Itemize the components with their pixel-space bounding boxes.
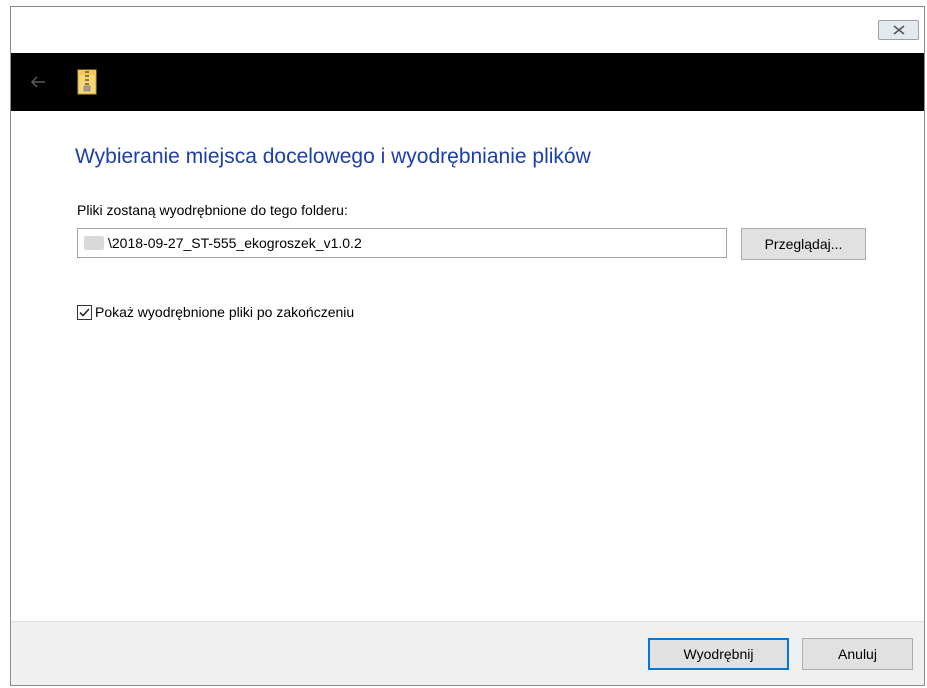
extract-dialog-window: Wybieranie miejsca docelowego i wyodrębn…: [10, 6, 925, 686]
destination-path-input[interactable]: [77, 228, 727, 258]
redacted-path-prefix: [84, 236, 104, 250]
close-icon: [893, 25, 904, 35]
zip-folder-icon: [77, 69, 97, 95]
navigation-bar: [11, 53, 924, 111]
back-arrow-icon: [30, 76, 45, 88]
back-button[interactable]: [27, 71, 49, 93]
dialog-footer: Wyodrębnij Anuluj: [11, 621, 924, 685]
page-title: Wybieranie miejsca docelowego i wyodrębn…: [75, 145, 591, 168]
cancel-button[interactable]: Anuluj: [802, 638, 913, 670]
close-button[interactable]: [878, 20, 919, 40]
checkmark-icon: [79, 307, 90, 317]
browse-button[interactable]: Przeglądaj...: [741, 228, 866, 260]
dialog-content: Wybieranie miejsca docelowego i wyodrębn…: [11, 111, 924, 621]
extract-button[interactable]: Wyodrębnij: [648, 638, 789, 670]
title-bar: [11, 7, 924, 53]
show-files-option[interactable]: Pokaż wyodrębnione pliki po zakończeniu: [77, 303, 354, 321]
show-files-checkbox[interactable]: [77, 304, 92, 320]
show-files-label: Pokaż wyodrębnione pliki po zakończeniu: [95, 304, 355, 320]
destination-label: Pliki zostaną wyodrębnione do tego folde…: [77, 202, 348, 218]
